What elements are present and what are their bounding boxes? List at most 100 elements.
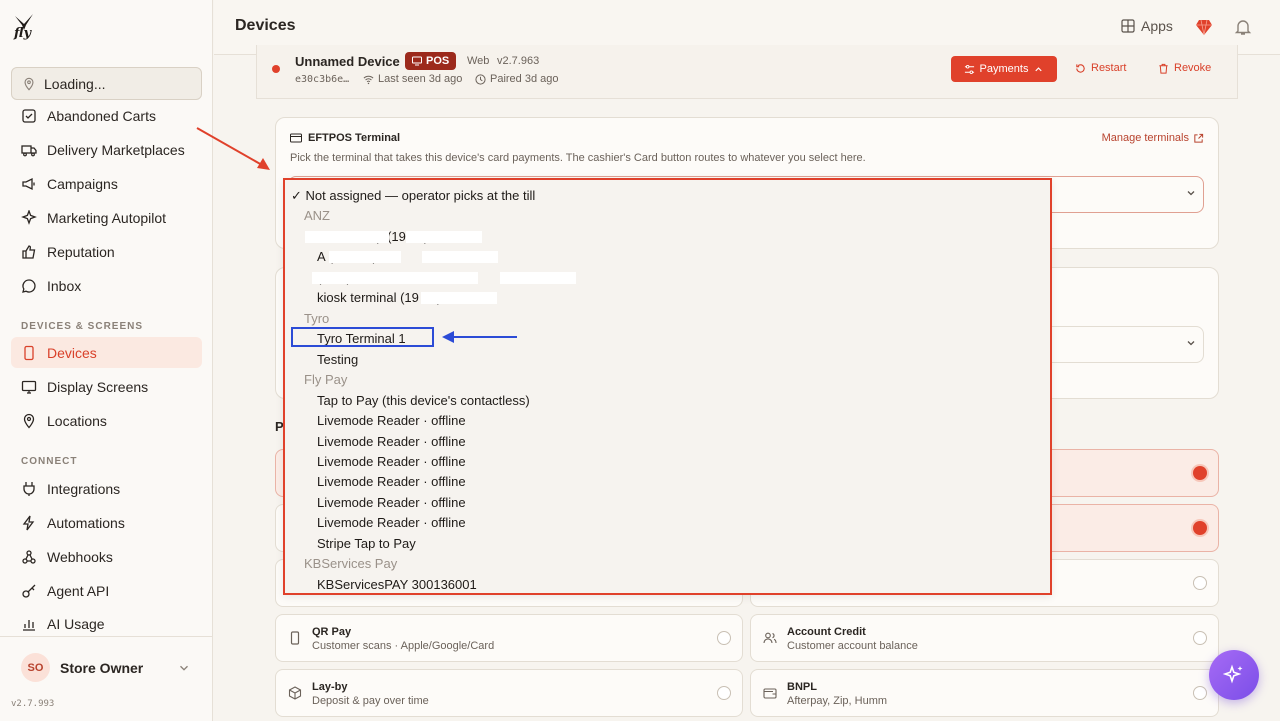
option-kbservicespay[interactable]: KBServicesPAY 300136001: [317, 575, 477, 593]
page-title: Devices: [235, 17, 296, 34]
plug-icon: [23, 481, 35, 496]
device-last-seen: Last seen 3d ago: [363, 73, 462, 85]
restart-button[interactable]: Restart: [1075, 62, 1126, 74]
option-group-fly-pay: Fly Pay: [304, 372, 348, 387]
eftpos-title-text: EFTPOS Terminal: [308, 132, 401, 144]
sidebar-item-webhooks[interactable]: Webhooks: [11, 541, 202, 572]
payment-method-qr-pay[interactable]: QR Pay Customer scans · Apple/Google/Car…: [275, 614, 743, 662]
restart-label: Restart: [1091, 62, 1127, 74]
payment-radio[interactable]: [1193, 576, 1207, 590]
eftpos-title: EFTPOS Terminal: [290, 132, 400, 144]
app-version: v2.7.993: [11, 699, 55, 709]
pos-badge: POS: [405, 52, 457, 70]
sidebar-item-integrations[interactable]: Integrations: [11, 473, 202, 504]
clock-icon: [475, 73, 486, 85]
user-menu[interactable]: SO Store Owner: [0, 636, 213, 698]
chevron-down-icon: [180, 665, 188, 671]
bell-icon[interactable]: [1234, 18, 1252, 36]
redaction-bar: [312, 272, 478, 284]
sidebar-item-agent-api[interactable]: Agent API: [11, 575, 202, 606]
terminal-options-dropdown[interactable]: ✓ Not assigned — operator picks at the t…: [283, 178, 1052, 595]
gem-icon[interactable]: [1195, 18, 1213, 36]
chart-icon: [23, 619, 35, 631]
chevron-down-icon: [1187, 341, 1195, 346]
payment-radio[interactable]: [717, 686, 731, 700]
sidebar-item-campaigns[interactable]: Campaigns: [11, 168, 202, 199]
pin-icon: [23, 413, 35, 428]
bolt-icon: [22, 515, 35, 530]
payment-method-subtitle: Customer scans · Apple/Google/Card: [312, 640, 495, 652]
payment-method-bnpl[interactable]: BNPL Afterpay, Zip, Humm: [750, 669, 1219, 717]
sparkle-icon: [21, 209, 37, 225]
ai-assistant-button[interactable]: [1209, 650, 1259, 700]
device-name: Unnamed Device: [295, 54, 400, 69]
option-livemode-reader[interactable]: Livemode Reader · offline: [317, 472, 466, 492]
manage-terminals-link[interactable]: Manage terminals: [1102, 132, 1204, 144]
apps-label: Apps: [1141, 18, 1173, 34]
thumbs-up-icon: [22, 244, 36, 259]
device-platform: Web: [467, 55, 490, 67]
option-testing[interactable]: Testing: [317, 350, 358, 370]
sidebar-item-inbox[interactable]: Inbox: [11, 270, 202, 301]
wifi-icon: [363, 75, 374, 84]
sidebar-item-locations[interactable]: Locations: [11, 405, 202, 436]
sidebar-item-label: Inbox: [47, 277, 82, 294]
payment-radio[interactable]: [717, 631, 731, 645]
payment-method-lay-by[interactable]: Lay-by Deposit & pay over time: [275, 669, 743, 717]
sidebar-item-display-screens[interactable]: Display Screens: [11, 371, 202, 402]
avatar: SO: [21, 653, 50, 682]
option-livemode-reader[interactable]: Livemode Reader · offline: [317, 411, 466, 431]
paired-text: Paired 3d ago: [490, 73, 559, 85]
option-livemode-reader[interactable]: Livemode Reader · offline: [317, 432, 466, 452]
redaction-bar: [305, 231, 389, 243]
logo-text: fly: [14, 26, 32, 41]
option-stripe-tap-to-pay[interactable]: Stripe Tap to Pay: [317, 534, 416, 554]
megaphone-icon: [22, 177, 35, 190]
device-card: Unnamed Device POS Web v2.7.963 e30c3b6e…: [256, 45, 1238, 99]
option-livemode-reader[interactable]: Livemode Reader · offline: [317, 452, 466, 472]
payment-radio[interactable]: [1193, 686, 1207, 700]
option-group-tyro: Tyro: [304, 311, 330, 326]
payments-button[interactable]: Payments: [951, 56, 1057, 82]
sidebar-item-label: Agent API: [47, 582, 110, 599]
external-link-icon: [1194, 133, 1204, 143]
phone-icon: [24, 345, 34, 360]
redaction-bar: [422, 251, 498, 263]
user-name: Store Owner: [60, 659, 144, 676]
payment-method-account-credit[interactable]: Account Credit Customer account balance: [750, 614, 1219, 662]
sidebar-item-marketing-autopilot[interactable]: Marketing Autopilot: [11, 202, 202, 233]
card-icon: [290, 133, 302, 143]
option-not-assigned[interactable]: ✓ Not assigned — operator picks at the t…: [291, 186, 535, 206]
chevron-up-icon: [1035, 66, 1043, 71]
apps-button[interactable]: Apps: [1121, 18, 1173, 34]
payment-method-title: QR Pay: [312, 626, 352, 638]
option-livemode-reader[interactable]: Livemode Reader · offline: [317, 513, 466, 533]
payment-method-title: BNPL: [787, 681, 817, 693]
chevron-down-icon: [1187, 191, 1195, 196]
sidebar-item-ai-usage[interactable]: AI Usage: [11, 608, 202, 639]
option-tap-to-pay[interactable]: Tap to Pay (this device's contactless): [317, 391, 530, 411]
payment-radio-selected[interactable]: [1193, 466, 1207, 480]
sidebar-item-abandoned-carts[interactable]: Abandoned Carts: [11, 100, 202, 131]
location-selector[interactable]: Loading...: [11, 67, 202, 100]
users-icon: [763, 632, 777, 644]
sidebar-item-reputation[interactable]: Reputation: [11, 236, 202, 267]
sidebar-item-label: Locations: [47, 412, 107, 429]
revoke-button[interactable]: Revoke: [1158, 62, 1211, 74]
sidebar-item-devices[interactable]: Devices: [11, 337, 202, 368]
sidebar-item-label: Marketing Autopilot: [47, 209, 167, 226]
payment-radio[interactable]: [1193, 631, 1207, 645]
payment-radio-selected[interactable]: [1193, 521, 1207, 535]
sidebar-item-label: Automations: [47, 514, 125, 531]
phone-icon: [290, 631, 300, 645]
sidebar-item-delivery-marketplaces[interactable]: Delivery Marketplaces: [11, 134, 202, 165]
sidebar-item-automations[interactable]: Automations: [11, 507, 202, 538]
last-seen-text: Last seen 3d ago: [378, 73, 463, 85]
redaction-bar: [421, 292, 497, 304]
sliders-icon: [964, 64, 974, 74]
redaction-bar: [329, 251, 401, 263]
payment-method-title: Account Credit: [787, 626, 866, 638]
option-livemode-reader[interactable]: Livemode Reader · offline: [317, 493, 466, 513]
section-label-connect: CONNECT: [21, 456, 78, 467]
sidebar-item-label: Display Screens: [47, 378, 149, 395]
